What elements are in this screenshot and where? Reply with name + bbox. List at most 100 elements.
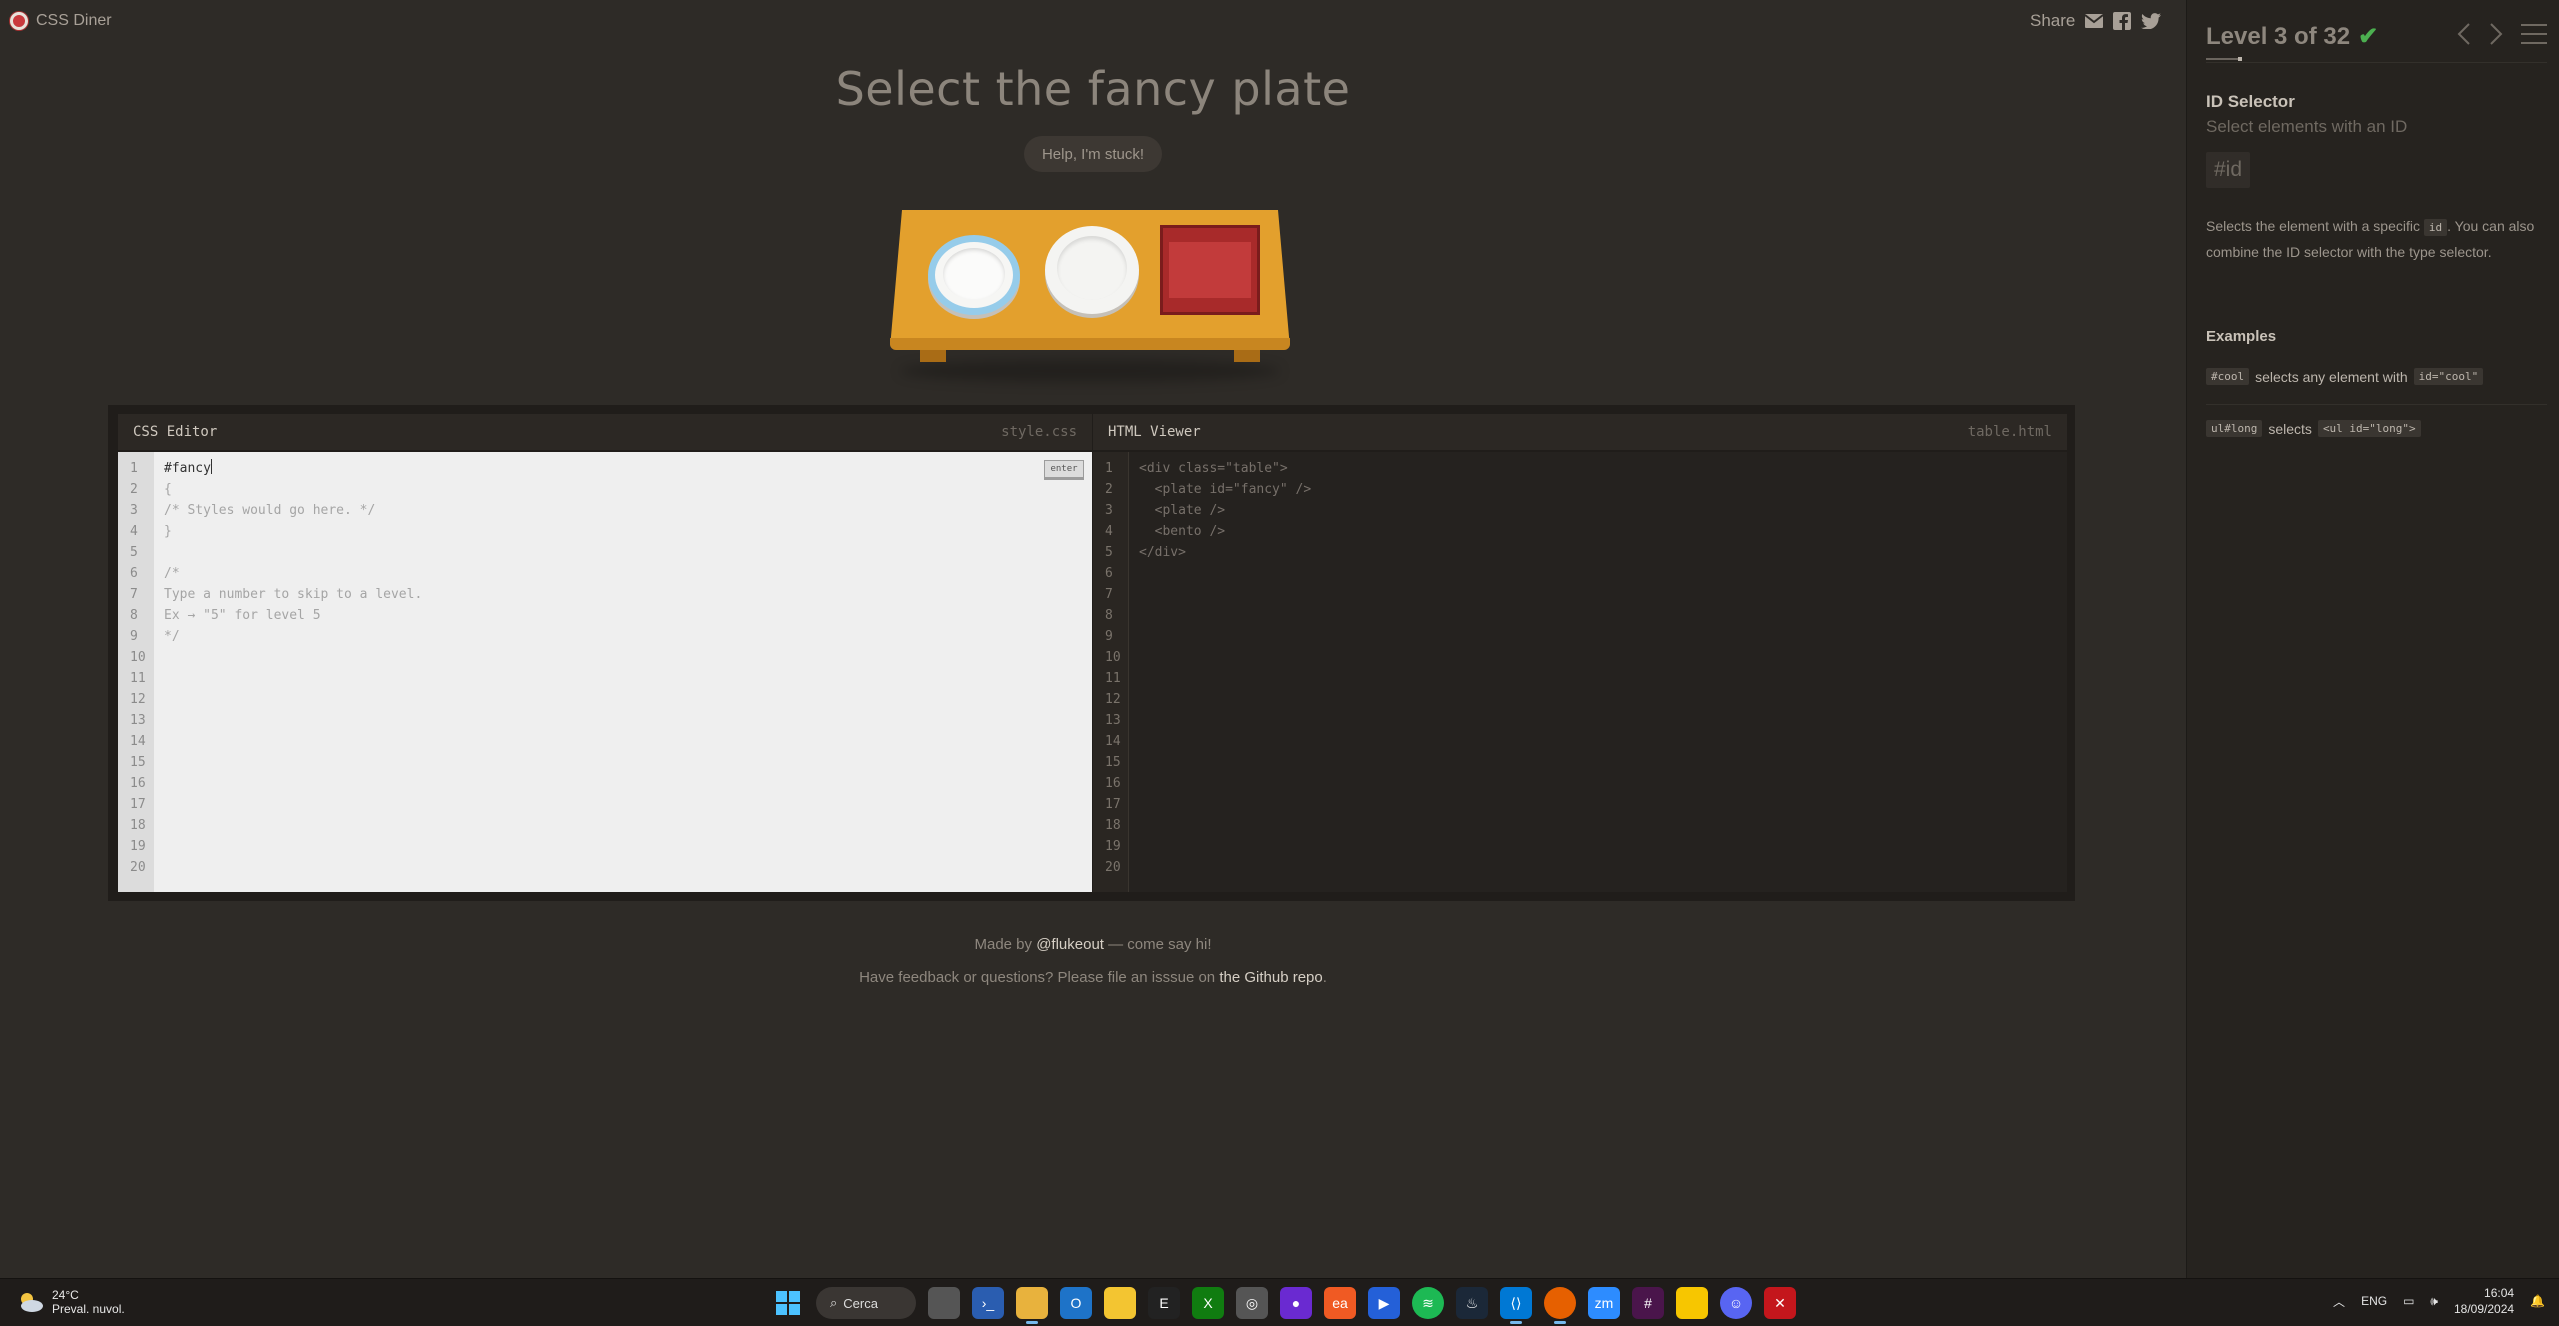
text-caret bbox=[210, 459, 212, 474]
feedback-note: Have feedback or questions? Please file … bbox=[859, 969, 1327, 986]
divider bbox=[2206, 62, 2547, 63]
css-editor-filename: style.css bbox=[1001, 424, 1077, 440]
network-icon[interactable]: ▭ bbox=[2403, 1294, 2414, 1308]
divider bbox=[2206, 404, 2547, 405]
css-editor-title: CSS Editor bbox=[133, 424, 218, 440]
code-line: } bbox=[164, 524, 172, 539]
html-viewer-filename: table.html bbox=[1967, 424, 2052, 440]
app-icon[interactable]: ● bbox=[1280, 1287, 1312, 1319]
powershell-icon[interactable]: ›_ bbox=[972, 1287, 1004, 1319]
fancy-plate[interactable] bbox=[928, 235, 1020, 315]
css-line-numbers: 1 2 3 4 5 6 7 8 9 10 11 12 13 14 15 16 17 18 19 20 bbox=[118, 452, 154, 892]
discord-icon[interactable]: ☺ bbox=[1720, 1287, 1752, 1319]
zoom-icon[interactable]: zm bbox=[1588, 1287, 1620, 1319]
spotify-icon[interactable]: ≋ bbox=[1412, 1287, 1444, 1319]
taskbar-apps: ⌕ Cerca ›_ O E X ◎ ● ea ▶ ≋ ♨ ⟨⟩ zm # ☺ ✕ bbox=[772, 1287, 1796, 1324]
windows-start-icon[interactable] bbox=[772, 1287, 804, 1319]
level-sidebar: Level 3 of 32 ✔ ID Selector Select eleme… bbox=[2186, 0, 2559, 1278]
app-name: CSS Diner bbox=[36, 12, 112, 29]
level-indicator: Level 3 of 32 ✔ bbox=[2206, 22, 2378, 51]
search-icon: ⌕ bbox=[830, 1295, 838, 1310]
steam-icon[interactable]: ♨ bbox=[1456, 1287, 1488, 1319]
sticky-notes-icon[interactable] bbox=[1676, 1287, 1708, 1319]
app-brand[interactable]: CSS Diner bbox=[10, 12, 112, 30]
code-line: /* bbox=[164, 566, 180, 581]
menu-icon[interactable] bbox=[2521, 23, 2547, 50]
share-bar: Share bbox=[2030, 11, 2162, 31]
css-selector-input[interactable]: #fancy bbox=[164, 458, 1092, 479]
weather-temperature: 24°C bbox=[52, 1288, 79, 1302]
previous-level-icon[interactable] bbox=[2457, 22, 2471, 51]
table-shadow bbox=[900, 360, 1280, 382]
system-tray: ︿ ENG ▭ 🕪 16:04 18/09/2024 🔔 bbox=[2333, 1285, 2545, 1317]
example-item: #cool selects any element with id="cool" bbox=[2206, 368, 2484, 385]
level-instruction: Select the fancy plate bbox=[835, 62, 1351, 116]
weather-description: Preval. nuvol. bbox=[52, 1302, 125, 1316]
ubisoft-icon[interactable]: ◎ bbox=[1236, 1287, 1268, 1319]
playstation-icon[interactable]: ▶ bbox=[1368, 1287, 1400, 1319]
vscode-icon[interactable]: ⟨⟩ bbox=[1500, 1287, 1532, 1324]
epic-games-icon[interactable]: E bbox=[1148, 1287, 1180, 1319]
enter-button[interactable]: enter bbox=[1044, 460, 1084, 480]
microsoft-store-icon[interactable] bbox=[1104, 1287, 1136, 1319]
css-diner-logo-icon bbox=[10, 12, 28, 30]
notifications-icon[interactable]: 🔔 bbox=[2530, 1294, 2545, 1308]
selector-subtitle: Select elements with an ID bbox=[2206, 117, 2408, 136]
dining-table bbox=[890, 210, 1290, 382]
table-edge bbox=[890, 338, 1290, 350]
app-icon[interactable]: ✕ bbox=[1764, 1287, 1796, 1319]
level-progress-bar bbox=[2206, 57, 2242, 61]
xbox-icon[interactable]: X bbox=[1192, 1287, 1224, 1319]
clock-time: 16:04 bbox=[2484, 1286, 2515, 1300]
ea-icon[interactable]: ea bbox=[1324, 1287, 1356, 1319]
help-button[interactable]: Help, I'm stuck! bbox=[1024, 136, 1162, 172]
selector-name: ID Selector bbox=[2206, 92, 2295, 111]
markup-line-table[interactable]: <div class="table"> bbox=[1139, 458, 2067, 479]
twitter-icon[interactable] bbox=[2141, 13, 2162, 29]
level-nav bbox=[2457, 22, 2547, 51]
code-line: */ bbox=[164, 629, 180, 644]
css-editor-header: CSS Editor style.css bbox=[118, 414, 1092, 450]
outlook-icon[interactable]: O bbox=[1060, 1287, 1092, 1319]
markup-line-fancy-plate[interactable]: <plate id="fancy" /> bbox=[1139, 479, 2067, 500]
author-link[interactable]: @flukeout bbox=[1036, 936, 1104, 953]
css-code-area[interactable]: enter #fancy { /* Styles would go here. … bbox=[154, 452, 1092, 892]
markup-line-table-close[interactable]: </div> bbox=[1139, 542, 2067, 563]
volume-icon[interactable]: 🕪 bbox=[2430, 1294, 2438, 1309]
windows-taskbar: 24°C Preval. nuvol. ⌕ Cerca ›_ O E X ◎ ● … bbox=[0, 1278, 2559, 1326]
credits: Made by @flukeout — come say hi! bbox=[974, 936, 1212, 953]
cloudy-weather-icon bbox=[21, 1293, 43, 1312]
html-viewer-header: HTML Viewer table.html bbox=[1093, 414, 2067, 450]
weather-widget[interactable]: 24°C Preval. nuvol. bbox=[16, 1288, 125, 1316]
chevron-up-icon[interactable]: ︿ bbox=[2333, 1293, 2345, 1310]
html-markup-area: <div class="table"> <plate id="fancy" />… bbox=[1129, 452, 2067, 892]
file-explorer-icon[interactable] bbox=[1016, 1287, 1048, 1324]
plate[interactable] bbox=[1045, 226, 1139, 314]
example-item: ul#long selects <ul id="long"> bbox=[2206, 420, 2421, 437]
task-view-icon[interactable] bbox=[928, 1287, 960, 1319]
github-link[interactable]: the Github repo bbox=[1219, 969, 1322, 986]
clock[interactable]: 16:04 18/09/2024 bbox=[2454, 1285, 2514, 1317]
editor-frame: CSS Editor style.css 1 2 3 4 5 6 7 8 9 10 11 12 13 14… bbox=[108, 405, 2075, 901]
email-icon[interactable] bbox=[2085, 14, 2104, 28]
code-line: { bbox=[164, 482, 172, 497]
firefox-icon[interactable] bbox=[1544, 1287, 1576, 1324]
next-level-icon[interactable] bbox=[2489, 22, 2503, 51]
bento-box[interactable] bbox=[1160, 225, 1260, 315]
html-viewer: HTML Viewer table.html 1 2 3 4 5 6 7 8 9 10 11 12 13… bbox=[1093, 414, 2067, 892]
table-leg-right bbox=[1234, 348, 1260, 362]
slack-icon[interactable]: # bbox=[1632, 1287, 1664, 1319]
selector-description: Selects the element with a specific id. … bbox=[2206, 218, 2535, 260]
facebook-icon[interactable] bbox=[2113, 12, 2132, 30]
code-line: Type a number to skip to a level. bbox=[164, 587, 423, 602]
input-language[interactable]: ENG bbox=[2361, 1294, 2387, 1308]
checkmark-icon: ✔ bbox=[2358, 23, 2379, 50]
html-viewer-title: HTML Viewer bbox=[1108, 424, 1201, 440]
markup-line-plate[interactable]: <plate /> bbox=[1139, 500, 2067, 521]
examples-title: Examples bbox=[2206, 328, 2277, 345]
code-line: Ex → "5" for level 5 bbox=[164, 608, 321, 623]
taskbar-search[interactable]: ⌕ Cerca bbox=[816, 1287, 916, 1319]
markup-line-bento[interactable]: <bento /> bbox=[1139, 521, 2067, 542]
clock-date: 18/09/2024 bbox=[2453, 1302, 2515, 1316]
level-label: Level 3 of 32 bbox=[2206, 22, 2351, 50]
